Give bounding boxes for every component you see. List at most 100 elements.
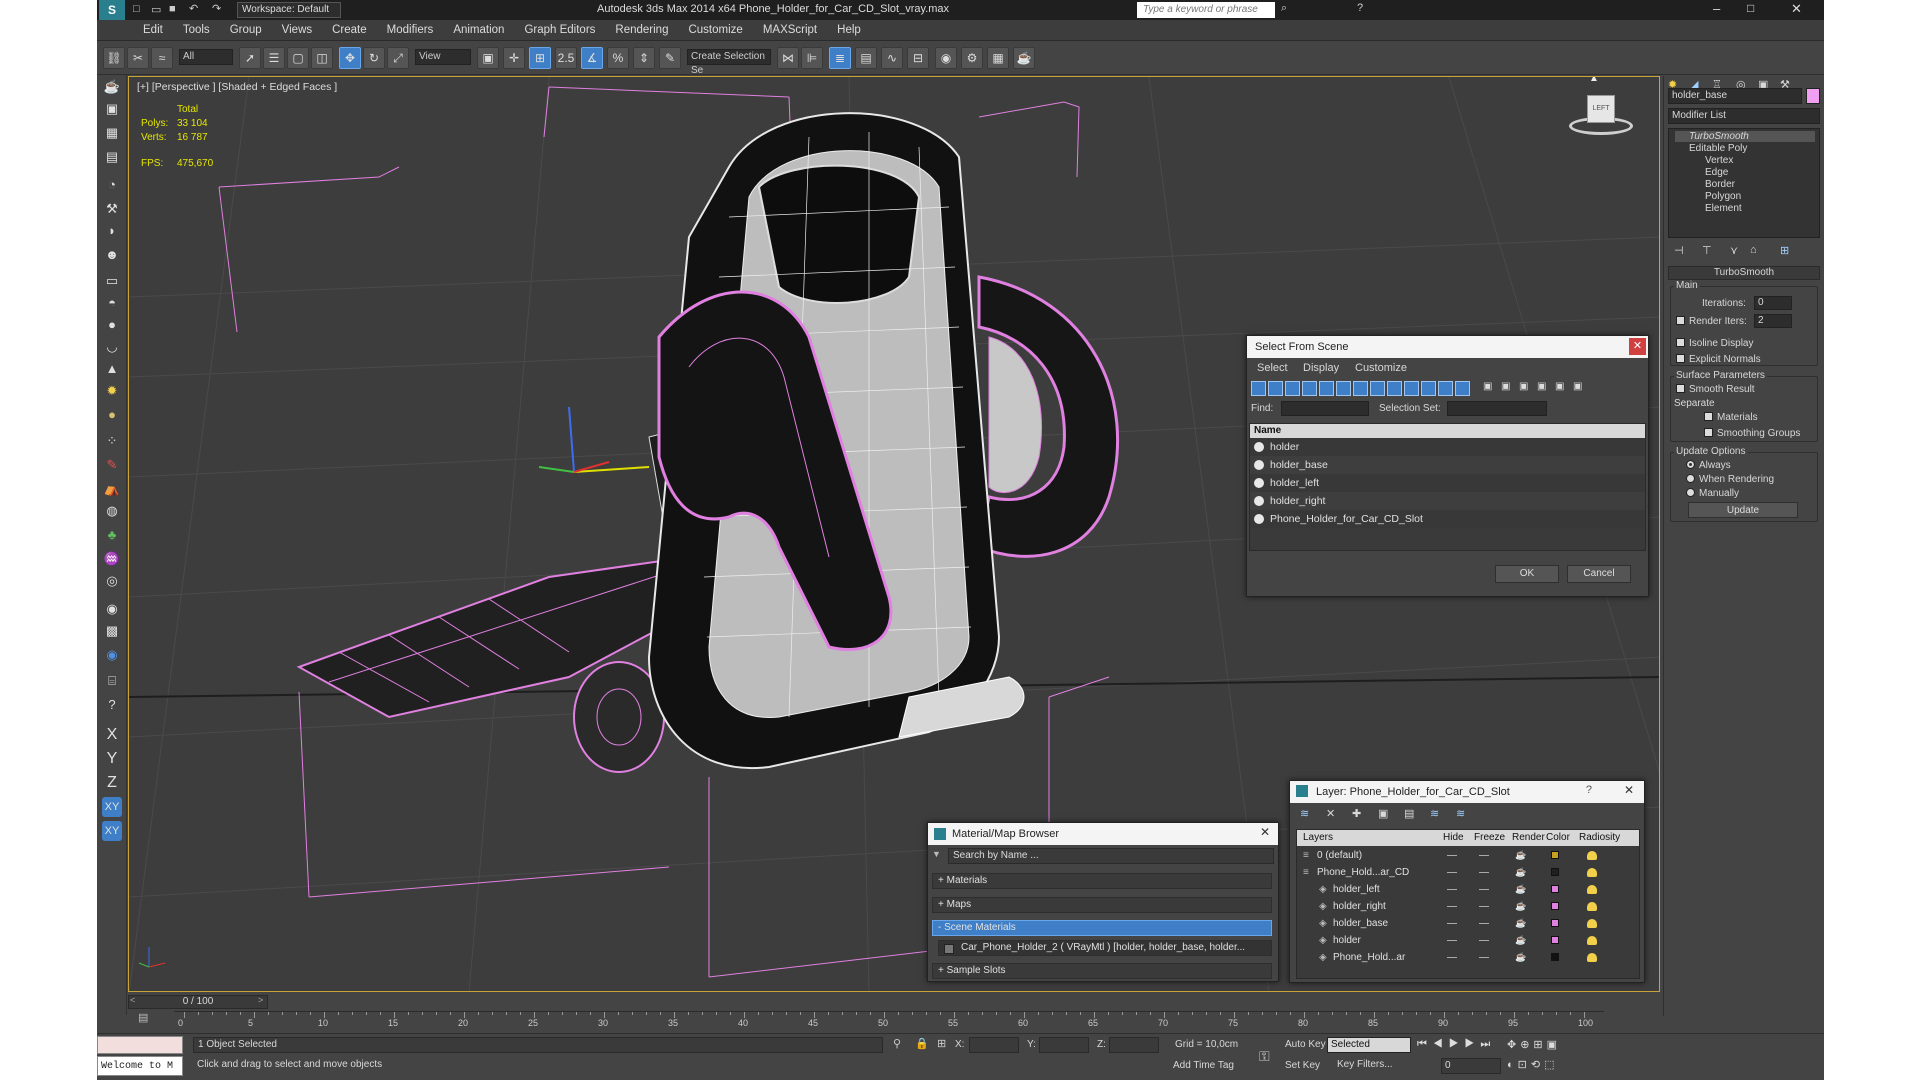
rect-selection-icon[interactable]: ▢ — [287, 47, 309, 69]
mirror-icon[interactable]: ⋈ — [777, 47, 799, 69]
close-icon[interactable]: ✕ — [1260, 825, 1270, 839]
selection-filter-dropdown[interactable]: All — [179, 49, 233, 65]
layer-row[interactable]: ◈ holder_right ☕ — [1297, 898, 1639, 915]
menu-group[interactable]: Group — [220, 20, 272, 41]
scene-object-row[interactable]: holder_right — [1250, 492, 1645, 510]
maximize-icon[interactable]: □ — [1747, 1, 1754, 15]
highlight-layer-icon[interactable]: ▤ — [1404, 807, 1414, 820]
modifier-stack-item[interactable]: Border — [1691, 179, 1735, 190]
percent-snap-icon[interactable]: % — [607, 47, 629, 69]
quick-access-new-icon[interactable]: □ — [133, 3, 140, 15]
hide-toggle[interactable] — [1447, 923, 1457, 924]
bones-filter-icon[interactable] — [1404, 381, 1419, 396]
plant-icon[interactable]: ♣ — [102, 525, 122, 545]
layer-row[interactable]: ≡ 0 (default) ☕ — [1297, 847, 1639, 864]
smoothing-groups-toggle[interactable]: Smoothing Groups — [1704, 428, 1800, 439]
material-editor-icon[interactable]: ◉ — [935, 47, 957, 69]
warps-filter-icon[interactable] — [1353, 381, 1368, 396]
select-move-icon[interactable]: ✥ — [339, 47, 361, 69]
xy-plane-alt-button[interactable]: XY — [102, 821, 122, 841]
menu-modifiers[interactable]: Modifiers — [377, 20, 444, 41]
playback-controls[interactable]: ⏮◀▶▶⏭ — [1417, 1038, 1496, 1051]
menu-animation[interactable]: Animation — [443, 20, 514, 41]
freeze-toggle[interactable] — [1479, 906, 1489, 907]
layer-color-swatch[interactable] — [1551, 902, 1559, 910]
menu-rendering[interactable]: Rendering — [605, 20, 678, 41]
modifier-stack-item[interactable]: TurboSmooth — [1675, 131, 1815, 142]
menu-select[interactable]: Select — [1257, 362, 1288, 374]
layer-row[interactable]: ◈ holder ☕ — [1297, 932, 1639, 949]
smooth-result-checkbox[interactable]: ✓ — [1676, 384, 1685, 396]
freeze-toggle[interactable] — [1479, 957, 1489, 958]
invert-display-icon[interactable]: ▣ — [1519, 381, 1533, 396]
hidden-filter-icon[interactable] — [1455, 381, 1470, 396]
people-icon[interactable]: ☻ — [102, 245, 122, 265]
viewport-label[interactable]: [+] [Perspective ] [Shaded + Edged Faces… — [137, 81, 337, 93]
add-time-tag[interactable]: Add Time Tag — [1173, 1060, 1234, 1071]
pin-stack-icon[interactable]: ⊣ — [1674, 244, 1684, 257]
sun-icon[interactable]: ✹ — [102, 381, 122, 401]
scene-object-row[interactable]: Phone_Holder_for_Car_CD_Slot — [1250, 510, 1645, 528]
all-filter-icon[interactable] — [1251, 381, 1266, 396]
when-rendering-radio[interactable] — [1686, 474, 1695, 483]
menu-display[interactable]: Display — [1303, 362, 1339, 374]
geometry-filter-icon[interactable] — [1268, 381, 1283, 396]
radiosity-bulb-icon[interactable] — [1587, 902, 1597, 911]
x-coord-field[interactable] — [969, 1037, 1019, 1053]
lights-filter-icon[interactable] — [1302, 381, 1317, 396]
browser-search-input[interactable]: Search by Name ... — [948, 848, 1274, 864]
track-bar[interactable]: 0 5 10 15 20 25 30 35 40 45 50 55 60 65 70 75 80 85 90 95 10… — [174, 1011, 1604, 1031]
globe-icon[interactable]: ◍ — [102, 501, 122, 521]
isoline-checkbox[interactable] — [1676, 338, 1685, 347]
y-axis-button[interactable]: Y — [102, 749, 122, 769]
menu-views[interactable]: Views — [272, 20, 322, 41]
scene-material-item[interactable]: Car_Phone_Holder_2 ( VRayMtl ) [holder, … — [938, 940, 1272, 956]
set-key-button[interactable]: Set Key — [1285, 1060, 1320, 1071]
radiosity-bulb-icon[interactable] — [1587, 868, 1597, 877]
help-icon[interactable]: ? — [1357, 2, 1363, 14]
render-teapot-icon[interactable]: ☕ — [1515, 898, 1526, 915]
show-end-result-icon[interactable]: ⊤ — [1702, 244, 1712, 257]
schematic-view-icon[interactable]: ⊟ — [907, 47, 929, 69]
layer-color-swatch[interactable] — [1551, 851, 1559, 859]
hide-all-icon[interactable]: ≋ — [1430, 807, 1439, 820]
grid-icon[interactable]: ▦ — [102, 123, 122, 143]
freeze-toggle[interactable] — [1479, 872, 1489, 873]
snap-toggle-icon[interactable]: 2.5 — [555, 47, 577, 69]
render-iters-spinner[interactable]: 2 — [1754, 314, 1792, 328]
layer-color-swatch[interactable] — [1551, 868, 1559, 876]
help-icon[interactable]: ? — [1586, 784, 1592, 796]
modifier-stack-item[interactable]: Edge — [1691, 167, 1728, 178]
scene-object-row[interactable]: holder_left — [1250, 474, 1645, 492]
viewport-lock-icon[interactable]: ▲ — [1589, 77, 1599, 84]
light-bulb-icon[interactable]: ◔ — [102, 175, 122, 195]
col-layers[interactable]: Layers — [1303, 830, 1333, 846]
minimize-icon[interactable]: – — [1713, 1, 1720, 16]
layer-color-swatch[interactable] — [1551, 953, 1559, 961]
search-input[interactable]: Type a keyword or phrase — [1137, 2, 1275, 18]
radiosity-bulb-icon[interactable] — [1587, 885, 1597, 894]
display-none-icon[interactable]: ▣ — [1501, 381, 1515, 396]
tent-icon[interactable]: ⛺ — [102, 479, 122, 499]
x-axis-button[interactable]: X — [102, 725, 122, 745]
key-icon[interactable]: ⚿ — [1259, 1048, 1270, 1065]
render-teapot-icon[interactable]: ☕ — [1515, 949, 1526, 966]
binoculars-icon[interactable]: ⌕ — [1281, 2, 1287, 15]
close-icon[interactable]: ✕ — [1629, 338, 1646, 355]
absolute-mode-icon[interactable]: ⊞ — [937, 1037, 946, 1050]
render-teapot-icon[interactable]: ☕ — [1515, 864, 1526, 881]
window-crossing-icon[interactable]: ◫ — [311, 47, 333, 69]
always-option[interactable]: Always — [1686, 460, 1731, 471]
radiosity-bulb-icon[interactable] — [1587, 919, 1597, 928]
render-icon[interactable]: ▩ — [102, 621, 122, 641]
object-name-field[interactable]: holder_base — [1668, 88, 1802, 104]
layer-color-swatch[interactable] — [1551, 919, 1559, 927]
layer-color-swatch[interactable] — [1551, 936, 1559, 944]
layer-manager-icon[interactable]: ≣ — [829, 47, 851, 69]
keyboard-shortcut-icon[interactable]: ⊞ — [529, 47, 551, 69]
key-filters-button[interactable]: Key Filters... — [1337, 1058, 1411, 1074]
slider-prev-icon[interactable]: < — [130, 995, 135, 1005]
cancel-button[interactable]: Cancel — [1567, 565, 1631, 583]
named-selection-dropdown[interactable]: Create Selection Se — [687, 49, 771, 76]
smoothing-groups-checkbox[interactable] — [1704, 428, 1713, 437]
